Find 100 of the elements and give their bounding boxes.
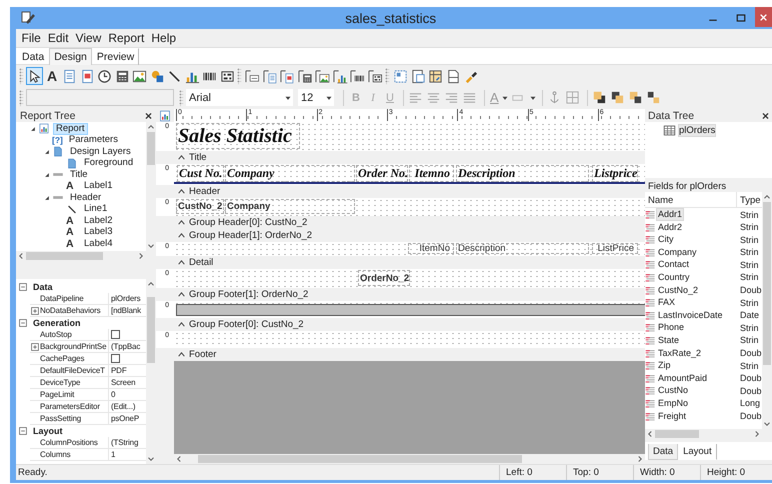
property-value[interactable]: (Edit...) bbox=[111, 402, 136, 411]
tree-item[interactable]: Label4 bbox=[81, 238, 116, 250]
horizontal-scrollbar[interactable] bbox=[16, 251, 146, 261]
band-area[interactable] bbox=[174, 301, 645, 318]
property-value[interactable]: [ndBlank bbox=[111, 306, 141, 315]
caret-icon[interactable] bbox=[177, 290, 186, 299]
column-header[interactable]: Type bbox=[737, 192, 762, 207]
report-icon[interactable] bbox=[159, 110, 171, 122]
expand-icon[interactable] bbox=[30, 342, 40, 352]
expand-icon[interactable] bbox=[30, 306, 40, 316]
caret-icon[interactable] bbox=[177, 350, 186, 359]
tree-item[interactable]: Parameters bbox=[66, 134, 121, 146]
close-icon[interactable] bbox=[759, 12, 768, 22]
table-cell[interactable]: Addr2 bbox=[656, 220, 684, 234]
data-field[interactable]: Description bbox=[456, 243, 589, 254]
shaded-rectangle[interactable] bbox=[176, 304, 645, 316]
subreport-icon[interactable] bbox=[410, 67, 426, 85]
property-value[interactable]: psOneP bbox=[111, 414, 140, 423]
horizontal-scrollbar[interactable] bbox=[174, 454, 645, 464]
property-value[interactable]: PDF bbox=[111, 366, 127, 375]
tab[interactable]: Layout bbox=[678, 444, 717, 460]
label-icon[interactable]: A bbox=[44, 67, 60, 85]
table-cell[interactable]: EmpNo bbox=[656, 396, 690, 410]
table-cell[interactable]: Zip bbox=[656, 359, 673, 372]
band-area[interactable]: CustNo_2 Company bbox=[174, 198, 645, 216]
collapse-icon[interactable] bbox=[18, 318, 28, 328]
pointer-icon[interactable] bbox=[26, 67, 43, 85]
close-button[interactable]: × bbox=[762, 108, 769, 122]
style-field[interactable] bbox=[26, 89, 174, 106]
tree-item[interactable]: Design Layers bbox=[67, 146, 134, 158]
tree-item[interactable]: Label3 bbox=[81, 226, 116, 238]
close-button[interactable]: × bbox=[144, 108, 152, 122]
band-area[interactable]: Sales Statistic bbox=[174, 122, 645, 151]
table-cell[interactable]: LastInvoiceDate bbox=[656, 308, 725, 322]
size-dropdown[interactable]: 12 bbox=[298, 89, 334, 106]
caret-icon[interactable] bbox=[177, 187, 186, 196]
tree-item[interactable]: Foreground bbox=[81, 157, 136, 170]
group-field[interactable]: OrderNo_2 bbox=[358, 270, 410, 286]
tree-item[interactable]: plOrders bbox=[678, 124, 716, 137]
table-cell[interactable]: FAX bbox=[656, 296, 678, 310]
table-cell[interactable]: TaxRate_2 bbox=[656, 346, 704, 360]
bring-front-icon[interactable] bbox=[592, 90, 607, 105]
checkbox[interactable] bbox=[111, 330, 120, 339]
band-area[interactable]: Cust No. Company Order No. Itemno Description Listprice bbox=[174, 164, 645, 185]
table-cell[interactable]: Company bbox=[656, 246, 699, 259]
tree-item[interactable]: Label1 bbox=[81, 180, 116, 192]
tree-item[interactable]: Line1 bbox=[81, 203, 110, 216]
tree-item[interactable]: Header bbox=[67, 192, 104, 204]
table-cell[interactable]: City bbox=[656, 233, 676, 246]
menu-item[interactable]: Report bbox=[104, 31, 148, 45]
maximize-icon[interactable] bbox=[735, 12, 748, 24]
tree-item[interactable]: Report bbox=[53, 122, 88, 135]
menu-item[interactable]: Edit bbox=[44, 31, 72, 45]
collapse-icon[interactable] bbox=[18, 282, 28, 292]
menu-item[interactable]: Help bbox=[148, 31, 180, 45]
group-field[interactable]: Company bbox=[225, 199, 355, 214]
caret-icon[interactable] bbox=[177, 153, 186, 162]
scrollbar-thumb[interactable] bbox=[26, 252, 103, 260]
table-cell[interactable]: Phone bbox=[656, 321, 686, 334]
table-cell[interactable]: Freight bbox=[656, 410, 688, 422]
table-cell[interactable]: AmountPaid bbox=[656, 372, 710, 385]
property-value[interactable]: (TppBac bbox=[111, 342, 140, 351]
table-cell[interactable]: CustNo bbox=[656, 384, 690, 398]
property-value[interactable]: plOrders bbox=[111, 294, 140, 303]
scrollbar-thumb[interactable] bbox=[147, 132, 155, 165]
title-label[interactable]: Sales Statistic bbox=[176, 123, 300, 149]
table-cell[interactable]: Contact bbox=[656, 258, 692, 272]
forward-icon[interactable] bbox=[628, 90, 643, 105]
property-value[interactable]: 0 bbox=[111, 390, 116, 399]
band-area[interactable]: ItemNo Description ListPrice bbox=[174, 242, 645, 256]
checkbox[interactable] bbox=[111, 354, 120, 363]
table-cell[interactable]: Addr1 bbox=[656, 208, 684, 221]
property-value[interactable]: 1 bbox=[111, 450, 116, 459]
group-field[interactable]: CustNo_2 bbox=[176, 199, 224, 214]
backward-icon[interactable] bbox=[646, 90, 661, 105]
data-field[interactable]: ItemNo bbox=[408, 243, 454, 254]
table-cell[interactable]: CustNo_2 bbox=[656, 284, 700, 297]
tab[interactable]: Data bbox=[648, 444, 678, 460]
tab[interactable]: Data bbox=[17, 48, 50, 65]
scrollbar-thumb[interactable] bbox=[147, 297, 155, 364]
font-dropdown[interactable]: Arial bbox=[186, 89, 293, 106]
table-cell[interactable]: Country bbox=[656, 270, 692, 284]
menu-item[interactable]: File bbox=[18, 31, 44, 45]
caret-icon[interactable] bbox=[177, 320, 186, 329]
tab[interactable]: Design bbox=[49, 48, 92, 65]
tree-item[interactable]: Title bbox=[67, 168, 91, 181]
column-header[interactable]: Name bbox=[645, 192, 737, 207]
menu-item[interactable]: View bbox=[72, 31, 105, 45]
close-button[interactable] bbox=[755, 7, 772, 27]
scrollbar-thumb[interactable] bbox=[763, 202, 771, 365]
caret-icon[interactable] bbox=[177, 258, 186, 267]
send-back-icon[interactable] bbox=[610, 90, 625, 105]
tree-item[interactable]: Label2 bbox=[81, 214, 116, 227]
table-cell[interactable]: State bbox=[656, 334, 682, 347]
data-field[interactable]: ListPrice bbox=[592, 243, 638, 254]
property-value[interactable]: (TString bbox=[111, 438, 138, 447]
collapse-icon[interactable] bbox=[18, 426, 28, 436]
tab[interactable]: Preview bbox=[92, 48, 140, 65]
scrollbar-thumb[interactable] bbox=[655, 430, 699, 438]
band-area[interactable]: OrderNo_2 bbox=[174, 269, 645, 288]
